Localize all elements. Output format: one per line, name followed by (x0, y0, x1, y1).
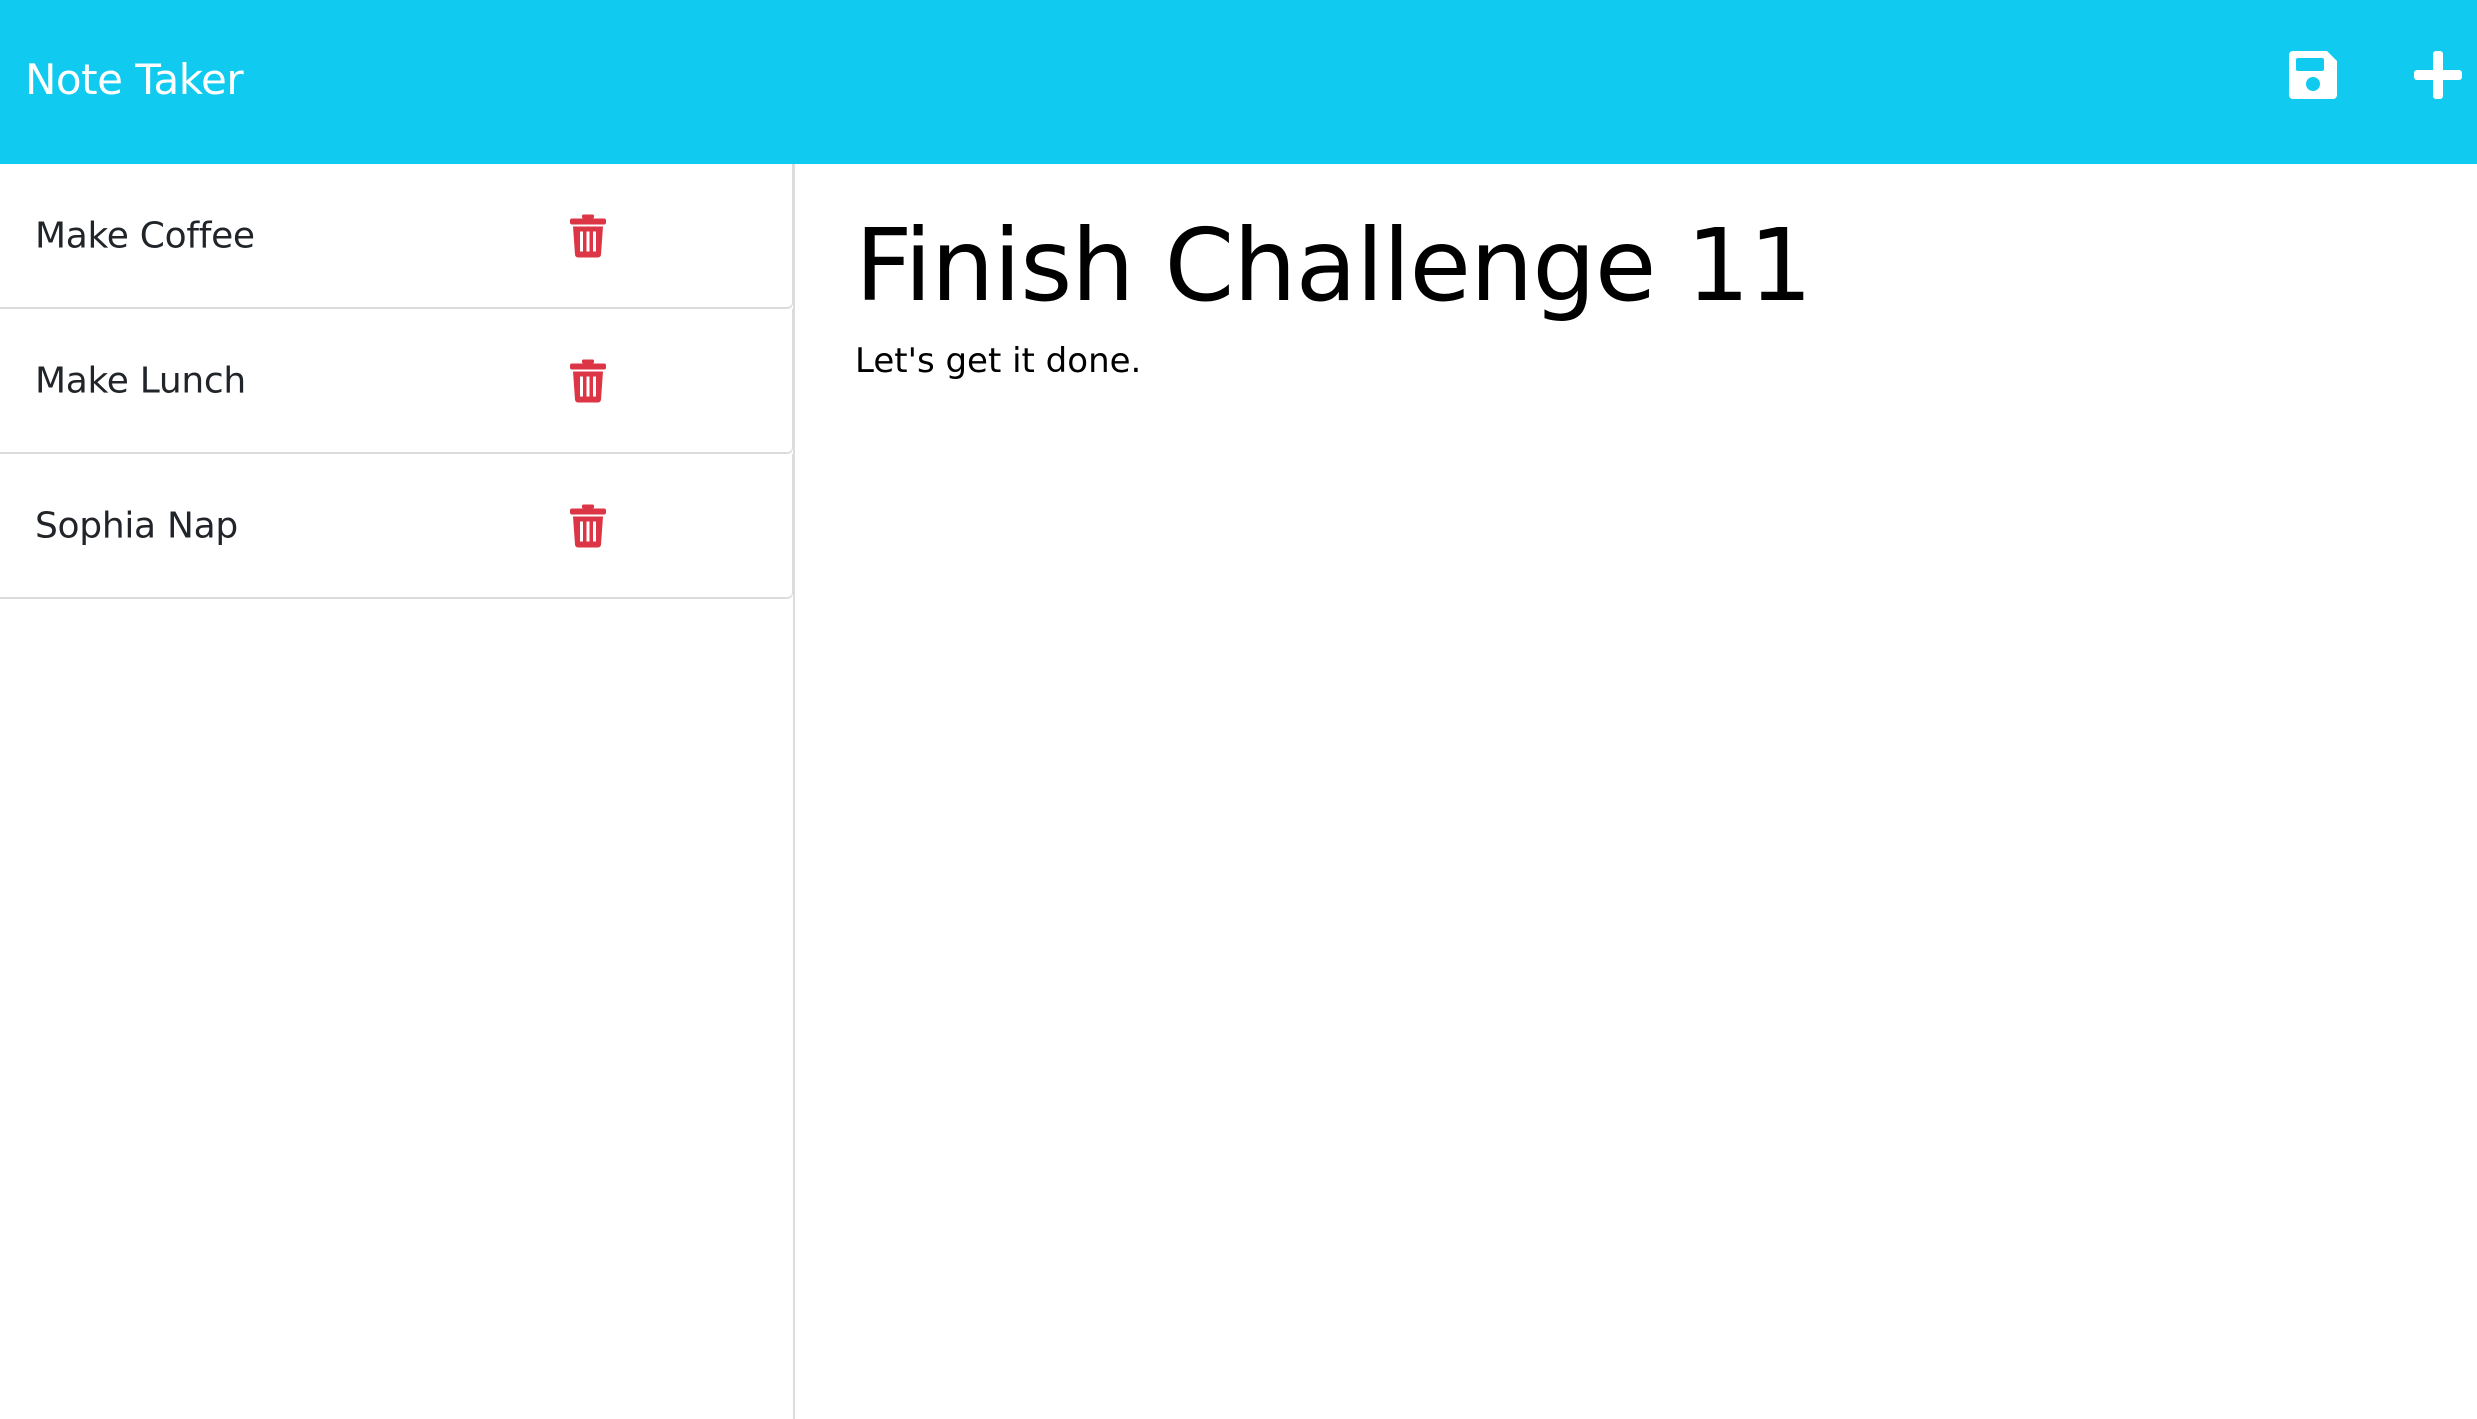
navbar: Note Taker (0, 0, 2477, 164)
note-editor: Let's get it done. (797, 164, 2477, 1419)
floppy-disk-icon (2289, 51, 2337, 99)
note-title-input[interactable] (855, 200, 2415, 330)
delete-note-button[interactable] (569, 504, 607, 547)
save-note-icon[interactable] (2287, 49, 2339, 101)
delete-note-button[interactable] (569, 214, 607, 257)
note-list-panel: Make Coffee Make Lunch Sophia Nap (0, 164, 795, 1419)
list-item[interactable]: Make Lunch (0, 309, 793, 454)
list-item[interactable]: Sophia Nap (0, 454, 793, 599)
list-item[interactable]: Make Coffee (0, 164, 793, 309)
app-title[interactable]: Note Taker (25, 50, 244, 110)
note-list-title[interactable]: Make Coffee (35, 215, 255, 256)
note-list-title[interactable]: Sophia Nap (35, 505, 238, 546)
note-text-area[interactable]: Let's get it done. (855, 339, 2415, 1039)
delete-note-button[interactable] (569, 359, 607, 402)
note-list: Make Coffee Make Lunch Sophia Nap (0, 164, 793, 599)
new-note-icon[interactable] (2412, 49, 2464, 101)
plus-icon (2414, 51, 2462, 99)
trash-icon (570, 214, 606, 257)
trash-icon (570, 359, 606, 402)
note-list-title[interactable]: Make Lunch (35, 360, 246, 401)
trash-icon (570, 504, 606, 547)
